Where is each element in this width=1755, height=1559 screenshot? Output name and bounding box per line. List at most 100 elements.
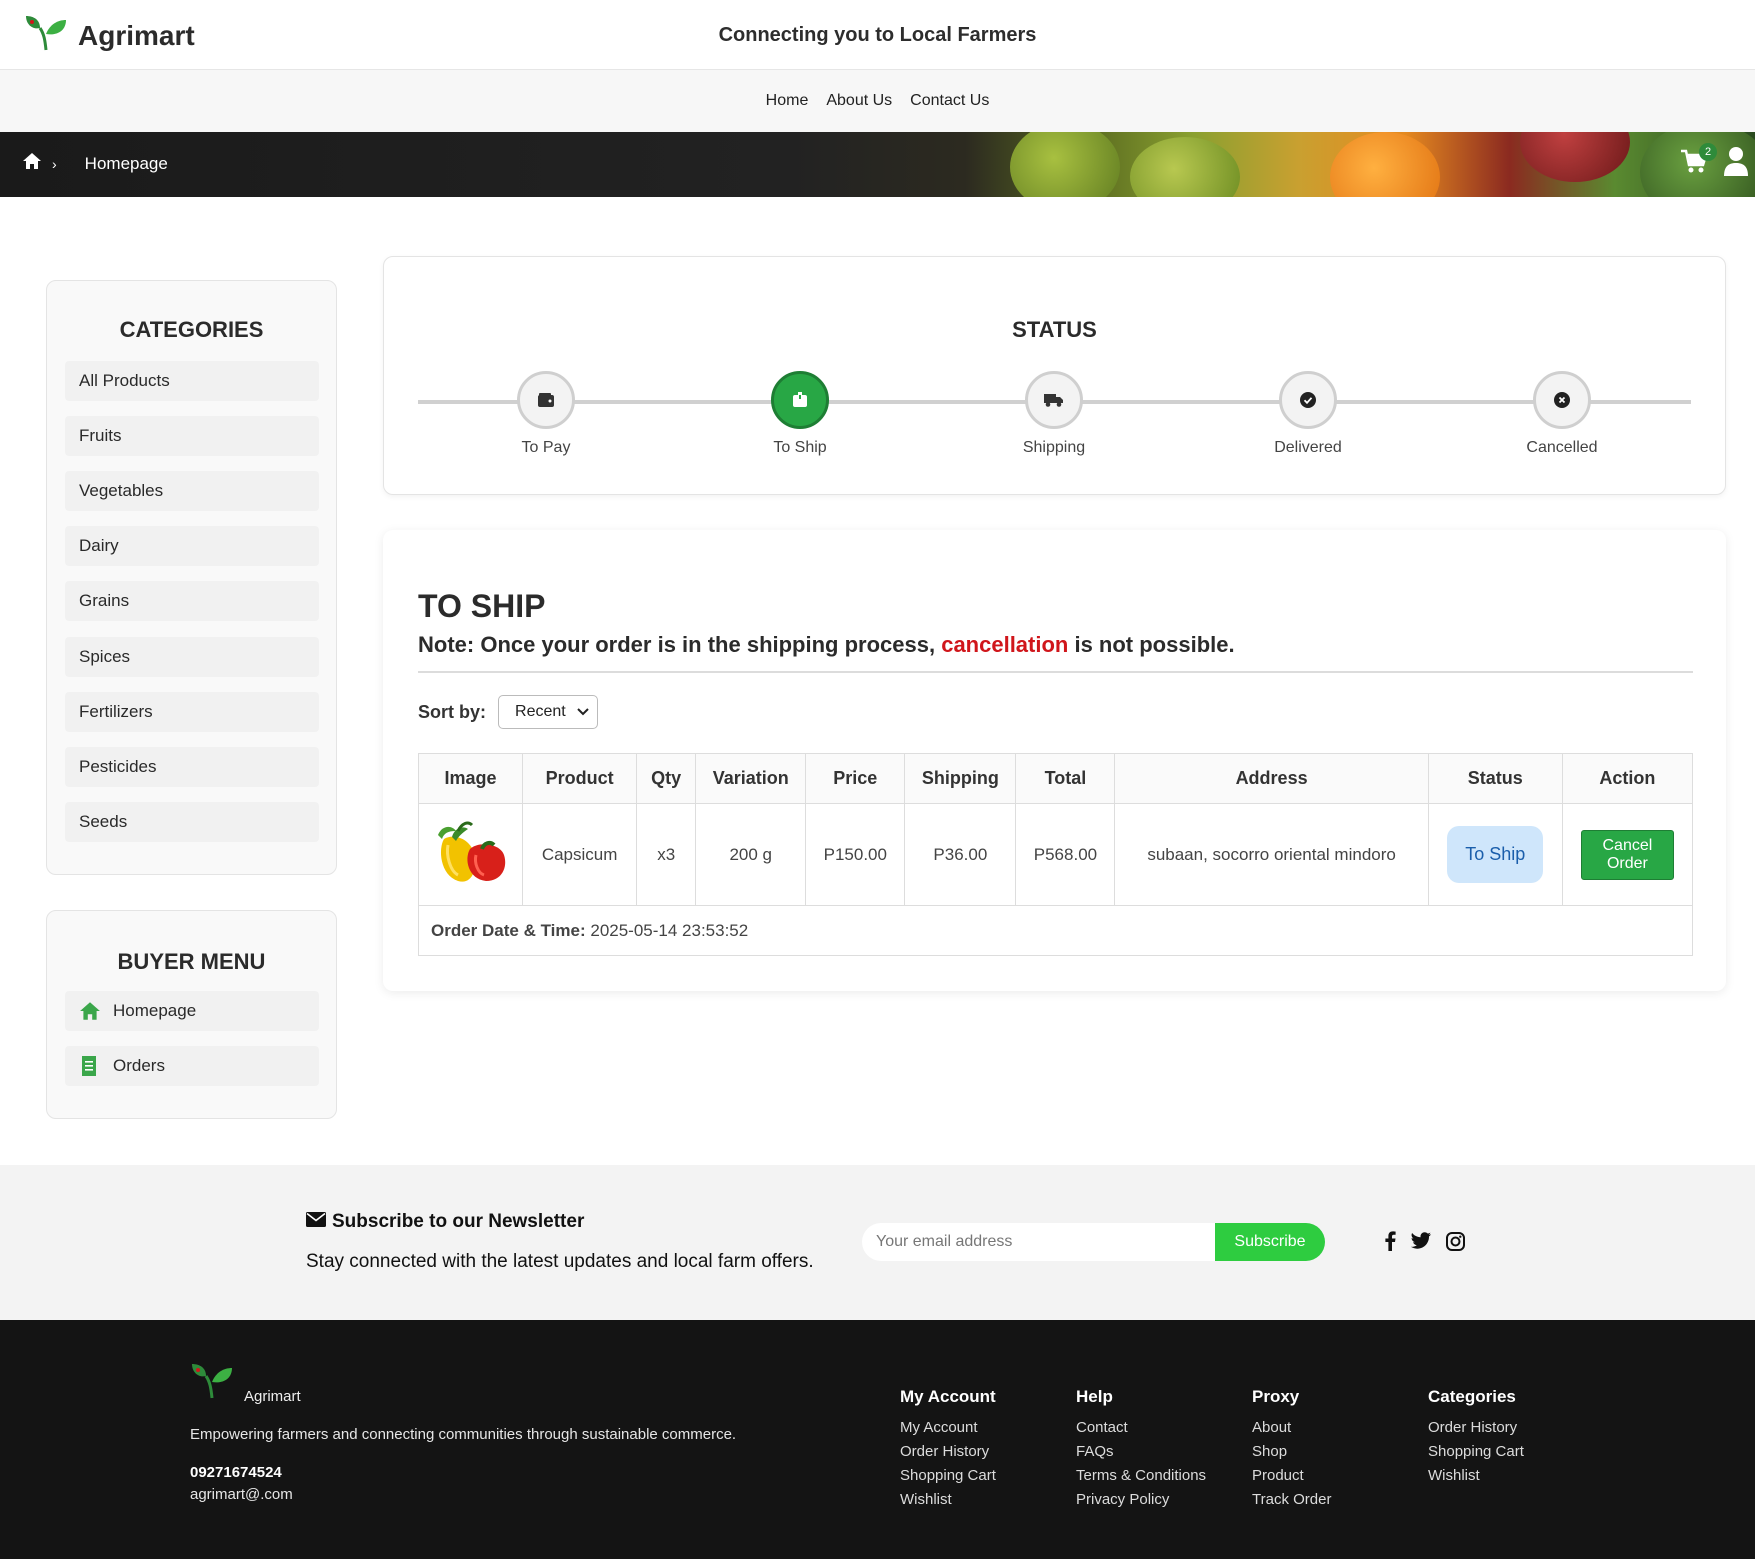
cart-icon[interactable]: 2: [1679, 143, 1717, 180]
status-title: STATUS: [1012, 317, 1097, 342]
cell-total: P568.00: [1015, 803, 1116, 906]
breadcrumb-current[interactable]: Homepage: [85, 154, 168, 174]
chevron-down-icon: [577, 703, 589, 721]
status-step-label: Delivered: [1274, 439, 1342, 456]
categories-title: CATEGORIES: [119, 317, 264, 342]
product-image[interactable]: [417, 803, 524, 906]
orders-heading: TO SHIP: [418, 588, 546, 624]
note-text-end: is not possible.: [1068, 632, 1235, 657]
twitter-icon[interactable]: [1410, 1232, 1432, 1255]
footer-link[interactable]: Shop: [1252, 1440, 1331, 1464]
instagram-icon[interactable]: [1446, 1231, 1465, 1256]
category-spices[interactable]: Spices: [65, 637, 319, 677]
footer-link[interactable]: Track Order: [1252, 1488, 1331, 1512]
facebook-icon[interactable]: [1384, 1231, 1396, 1256]
footer-link[interactable]: Privacy Policy: [1076, 1488, 1206, 1512]
footer-col-help: Help Contact FAQs Terms & Conditions Pri…: [1076, 1387, 1206, 1512]
status-step-to-ship[interactable]: To Ship: [720, 371, 880, 457]
footer-link[interactable]: Shopping Cart: [1428, 1440, 1524, 1464]
footer-link[interactable]: Order History: [1428, 1416, 1524, 1440]
footer-email[interactable]: agrimart@.com: [190, 1486, 293, 1503]
envelope-icon: [306, 1211, 326, 1233]
vegetable-decoration: [1130, 137, 1240, 197]
nav-contact-us[interactable]: Contact Us: [910, 92, 989, 110]
cancel-order-button[interactable]: Cancel Order: [1580, 829, 1674, 880]
footer-link[interactable]: Terms & Conditions: [1076, 1464, 1206, 1488]
status-step-delivered[interactable]: Delivered: [1228, 371, 1388, 457]
shipping-note: Note: Once your order is in the shipping…: [418, 632, 1235, 658]
orange-decoration: [1330, 132, 1440, 197]
nav-home[interactable]: Home: [766, 92, 809, 110]
tagline: Connecting you to Local Farmers: [718, 24, 1037, 46]
footer-col-proxy: Proxy About Shop Product Track Order: [1252, 1387, 1331, 1512]
category-fertilizers[interactable]: Fertilizers: [65, 692, 319, 732]
newsletter-form: Your email address Subscribe: [862, 1223, 1325, 1261]
status-step-to-pay[interactable]: To Pay: [466, 371, 626, 457]
footer-link[interactable]: My Account: [900, 1416, 996, 1440]
capsicum-image: [437, 821, 505, 882]
column-header: Action: [1561, 753, 1694, 804]
note-text: Note: Once your order is in the shipping…: [418, 632, 942, 657]
nav-about-us[interactable]: About Us: [826, 92, 892, 110]
category-pesticides[interactable]: Pesticides: [65, 747, 319, 787]
subscribe-button[interactable]: Subscribe: [1215, 1223, 1325, 1261]
cell-status: To Ship: [1427, 803, 1563, 906]
newsletter-email-input[interactable]: Your email address: [862, 1223, 1215, 1261]
footer-link[interactable]: FAQs: [1076, 1440, 1206, 1464]
cell-product: Capsicum: [522, 803, 638, 906]
buyer-menu-orders[interactable]: Orders: [65, 1046, 319, 1086]
footer-description: Empowering farmers and connecting commun…: [190, 1426, 737, 1443]
footer-link[interactable]: Wishlist: [1428, 1464, 1524, 1488]
cell-shipping: P36.00: [904, 803, 1017, 906]
footer-phone: 09271674524: [190, 1464, 282, 1481]
footer-link[interactable]: Order History: [900, 1440, 996, 1464]
order-date-label: Order Date & Time:: [431, 920, 586, 940]
orders-card: TO SHIP Note: Once your order is in the …: [383, 530, 1726, 991]
banner-icons: 2: [1679, 143, 1749, 181]
footer-col-categories: Categories Order History Shopping Cart W…: [1428, 1387, 1524, 1488]
category-all-products[interactable]: All Products: [65, 361, 319, 401]
vegetable-decoration: [1010, 132, 1120, 197]
column-header: Image: [417, 753, 524, 804]
column-header: Status: [1427, 753, 1563, 804]
breadcrumb: › Homepage: [22, 152, 168, 175]
user-icon[interactable]: [1723, 146, 1749, 181]
buyer-menu-homepage[interactable]: Homepage: [65, 991, 319, 1031]
sort-select[interactable]: Recent: [498, 695, 599, 729]
order-status-card: STATUS To Pay To Ship Shipping Delivered…: [383, 256, 1726, 495]
top-header: Agrimart Connecting you to Local Farmers: [0, 0, 1755, 70]
check-circle-icon: [1279, 371, 1337, 429]
footer-link[interactable]: Shopping Cart: [900, 1464, 996, 1488]
sort-label: Sort by:: [418, 701, 487, 722]
footer-link[interactable]: Product: [1252, 1464, 1331, 1488]
cell-action: Cancel Order: [1561, 803, 1694, 906]
category-dairy[interactable]: Dairy: [65, 526, 319, 566]
status-step-label: Shipping: [1022, 439, 1086, 456]
truck-icon: [1025, 371, 1083, 429]
categories-panel: CATEGORIES All Products Fruits Vegetable…: [46, 280, 337, 875]
footer-col-my-account: My Account My Account Order History Shop…: [900, 1387, 996, 1512]
footer-link[interactable]: Contact: [1076, 1416, 1206, 1440]
footer-col-title: My Account: [900, 1387, 996, 1406]
footer-link[interactable]: About: [1252, 1416, 1331, 1440]
cell-price: P150.00: [805, 803, 906, 906]
status-step-label: To Ship: [773, 439, 827, 456]
category-fruits[interactable]: Fruits: [65, 416, 319, 456]
divider: [418, 671, 1693, 673]
newsletter-title: Subscribe to our Newsletter: [332, 1211, 585, 1232]
column-header: Variation: [695, 753, 807, 804]
status-step-shipping[interactable]: Shipping: [974, 371, 1134, 457]
leaf-logo-icon: [190, 1362, 234, 1405]
category-grains[interactable]: Grains: [65, 581, 319, 621]
footer-brand[interactable]: Agrimart: [190, 1362, 301, 1405]
status-step-cancelled[interactable]: Cancelled: [1482, 371, 1642, 457]
column-header: Shipping: [904, 753, 1017, 804]
note-highlight: cancellation: [941, 632, 1069, 657]
home-icon[interactable]: [22, 152, 42, 175]
footer-col-title: Proxy: [1252, 1387, 1300, 1406]
category-seeds[interactable]: Seeds: [65, 802, 319, 842]
footer-link[interactable]: Wishlist: [900, 1488, 996, 1512]
social-links: [1384, 1231, 1465, 1256]
category-vegetables[interactable]: Vegetables: [65, 471, 319, 511]
receipt-icon: [79, 1056, 101, 1076]
